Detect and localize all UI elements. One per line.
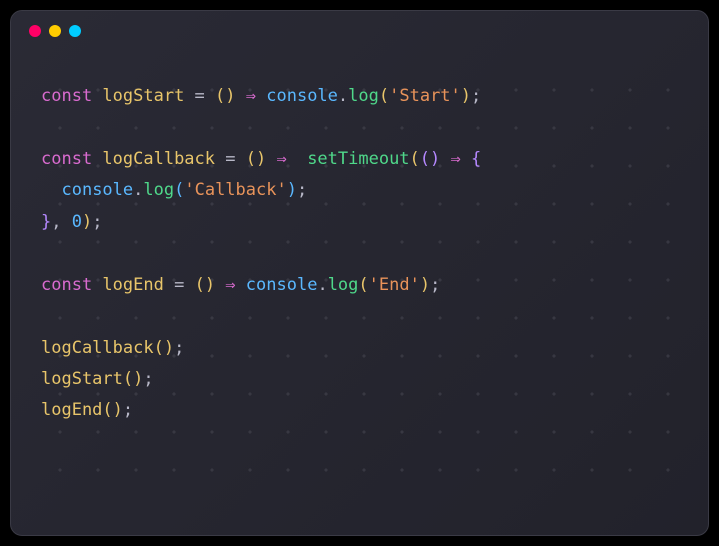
close-icon[interactable]: [29, 25, 41, 37]
code-line: [41, 301, 678, 332]
code-line: [41, 112, 678, 143]
code-token: ): [256, 149, 276, 169]
code-token: logCallback: [102, 149, 225, 169]
code-token: }: [41, 212, 51, 232]
code-token: logStart: [41, 369, 123, 389]
code-token: logEnd: [102, 275, 174, 295]
code-token: ;: [471, 86, 481, 106]
code-token: ): [287, 180, 297, 200]
code-token: ;: [174, 338, 184, 358]
code-token: ⇒: [451, 149, 471, 169]
code-token: logStart: [102, 86, 194, 106]
code-token: =: [195, 86, 215, 106]
code-token: log: [143, 180, 174, 200]
code-token: ⇒: [225, 275, 245, 295]
code-token: 'Callback': [184, 180, 286, 200]
code-token: const: [41, 86, 102, 106]
code-token: const: [41, 275, 102, 295]
code-token: (: [215, 86, 225, 106]
code-token: const: [41, 149, 102, 169]
code-token: ;: [123, 400, 133, 420]
code-line: const logCallback = () ⇒ setTimeout(() ⇒…: [41, 144, 678, 175]
code-token: ;: [143, 369, 153, 389]
maximize-icon[interactable]: [69, 25, 81, 37]
code-token: (: [123, 369, 133, 389]
code-token: 0: [72, 212, 82, 232]
code-token: 'Start': [389, 86, 461, 106]
code-token: ): [225, 86, 245, 106]
code-line: [41, 238, 678, 269]
code-editor[interactable]: const logStart = () ⇒ console.log('Start…: [11, 51, 708, 457]
code-token: .: [133, 180, 143, 200]
editor-window: const logStart = () ⇒ console.log('Start…: [10, 10, 709, 536]
code-line: console.log('Callback');: [41, 175, 678, 206]
window-titlebar: [11, 11, 708, 51]
code-token: console: [246, 275, 318, 295]
code-token: (: [379, 86, 389, 106]
code-token: {: [471, 149, 481, 169]
code-token: 'End': [369, 275, 420, 295]
code-token: ;: [297, 180, 307, 200]
code-token: .: [338, 86, 348, 106]
code-token: log: [348, 86, 379, 106]
code-token: .: [317, 275, 327, 295]
code-token: log: [328, 275, 359, 295]
code-token: logCallback: [41, 338, 154, 358]
code-token: ;: [430, 275, 440, 295]
code-token: ): [205, 275, 225, 295]
code-token: (: [195, 275, 205, 295]
code-token: (: [154, 338, 164, 358]
code-line: logCallback();: [41, 333, 678, 364]
code-token: [41, 180, 61, 200]
code-line: }, 0);: [41, 207, 678, 238]
code-token: console: [266, 86, 338, 106]
code-token: ;: [92, 212, 102, 232]
code-token: =: [174, 275, 194, 295]
code-token: ,: [51, 212, 71, 232]
code-line: logStart();: [41, 364, 678, 395]
code-token: ): [82, 212, 92, 232]
code-token: (: [358, 275, 368, 295]
code-token: ): [430, 149, 450, 169]
code-token: (: [246, 149, 256, 169]
code-line: logEnd();: [41, 395, 678, 426]
code-token: ): [164, 338, 174, 358]
code-token: console: [61, 180, 133, 200]
code-token: ): [133, 369, 143, 389]
code-token: (: [102, 400, 112, 420]
code-token: ): [113, 400, 123, 420]
code-line: const logStart = () ⇒ console.log('Start…: [41, 81, 678, 112]
minimize-icon[interactable]: [49, 25, 61, 37]
code-token: ⇒: [276, 149, 307, 169]
code-token: (: [410, 149, 420, 169]
code-token: ⇒: [246, 86, 266, 106]
code-token: ): [420, 275, 430, 295]
code-line: const logEnd = () ⇒ console.log('End');: [41, 270, 678, 301]
code-token: ): [461, 86, 471, 106]
code-token: (: [420, 149, 430, 169]
code-token: =: [225, 149, 245, 169]
code-token: setTimeout: [307, 149, 409, 169]
code-token: logEnd: [41, 400, 102, 420]
code-token: (: [174, 180, 184, 200]
